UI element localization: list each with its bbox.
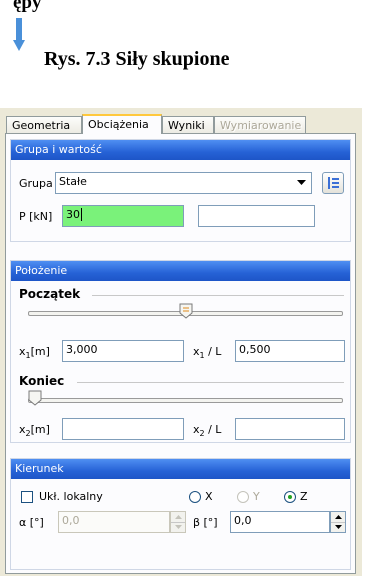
end-divider (77, 382, 344, 383)
list-edit-icon (328, 177, 339, 189)
tab-obciazenia[interactable]: Obciążenia (82, 114, 162, 134)
start-slider-thumb[interactable] (179, 303, 193, 319)
radio-y (237, 491, 249, 503)
group-select[interactable]: Stałe (55, 172, 312, 194)
group-and-value-panel: Grupa i wartość Grupa Stałe P [kN] 30 (10, 139, 351, 242)
load-properties-window: Geometria Obciążenia Wyniki Wymiarowanie… (0, 108, 362, 576)
end-heading: Koniec (19, 374, 65, 388)
alpha-label: α [°] (19, 516, 44, 529)
x1l-input[interactable]: 0,500 (235, 340, 345, 362)
position-panel: Położenie Początek x1[m] 3,000 x1 / L 0,… (10, 260, 351, 443)
direction-header: Kierunek (11, 459, 350, 479)
local-axes-label: Ukł. lokalny (39, 490, 103, 503)
direction-panel: Kierunek Ukł. lokalny X Y Z α [°] 0,0 β … (10, 458, 351, 570)
local-axes-checkbox[interactable] (21, 491, 33, 503)
chevron-down-icon (297, 180, 306, 185)
text-caret (81, 208, 82, 221)
x2m-input[interactable] (62, 418, 184, 440)
p-value-input[interactable]: 30 (62, 205, 184, 227)
x1m-input[interactable]: 3,000 (62, 340, 184, 362)
beta-spinner[interactable] (330, 511, 346, 533)
x1l-label: x1 / L (193, 345, 222, 361)
figure-caption: Rys. 7.3 Siły skupione (44, 48, 230, 70)
down-arrow-icon (13, 18, 25, 51)
x2l-input[interactable] (235, 418, 345, 440)
start-divider (92, 295, 344, 296)
p-aux-input[interactable] (198, 205, 315, 227)
alpha-input: 0,0 (58, 511, 170, 533)
group-label: Grupa (19, 177, 53, 190)
x2l-label: x2 / L (193, 423, 222, 439)
alpha-down-icon (171, 522, 185, 532)
radio-x[interactable] (189, 491, 201, 503)
end-slider-track[interactable] (28, 398, 343, 403)
tab-content: Grupa i wartość Grupa Stałe P [kN] 30 Po… (5, 133, 356, 574)
beta-input[interactable]: 0,0 (230, 511, 330, 533)
beta-down-icon[interactable] (331, 522, 345, 532)
position-header: Położenie (11, 261, 350, 281)
p-label: P [kN] (19, 210, 53, 223)
group-header: Grupa i wartość (11, 140, 350, 160)
start-heading: Początek (19, 287, 81, 301)
group-selected-value: Stałe (59, 175, 87, 188)
alpha-spinner (170, 511, 186, 533)
radio-y-label: Y (253, 490, 260, 503)
x2m-label: x2[m] (19, 423, 50, 439)
end-slider-thumb[interactable] (28, 390, 42, 406)
radio-x-label: X (205, 490, 213, 503)
radio-z-selected-dot (288, 495, 292, 499)
tab-wyniki[interactable]: Wyniki (162, 116, 214, 133)
x1m-label: x1[m] (19, 345, 50, 361)
group-edit-button[interactable] (322, 172, 344, 194)
p-value-text: 30 (66, 208, 80, 221)
beta-label: β [°] (193, 516, 218, 529)
tab-wymiarowanie: Wymiarowanie (214, 116, 306, 133)
previous-text-fragment: ępy (13, 0, 42, 13)
radio-z[interactable] (284, 491, 296, 503)
radio-z-label: Z (300, 490, 308, 503)
tab-geometria[interactable]: Geometria (6, 116, 82, 133)
